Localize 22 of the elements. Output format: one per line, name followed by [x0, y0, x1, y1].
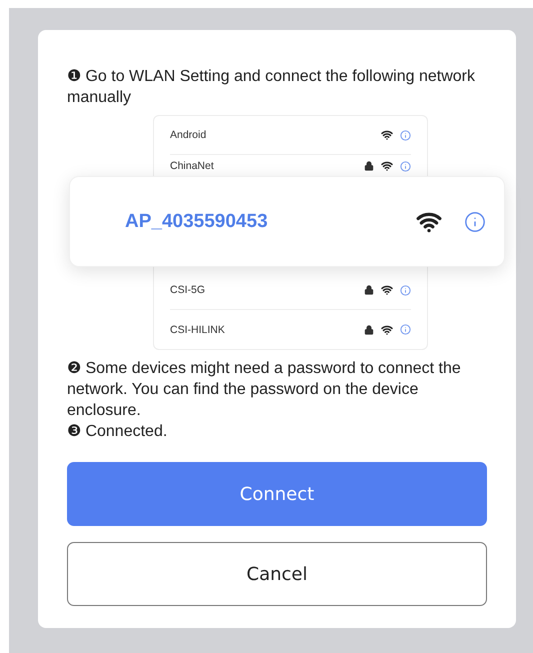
lock-icon	[364, 161, 374, 171]
step-text: ❸ Connected.	[67, 422, 168, 442]
info-icon[interactable]	[464, 210, 486, 232]
step-text: ❷ Some devices might need a password to connect the network. You can find the password on the device enclosure.	[67, 359, 462, 421]
connect-button[interactable]: Connect	[67, 462, 487, 526]
wifi-icon	[381, 160, 393, 172]
step-text: ❶ Go to WLAN Setting and connect the following network manually	[67, 67, 476, 108]
network-name: Android	[170, 129, 208, 141]
info-icon[interactable]	[400, 160, 411, 172]
wifi-icon	[381, 324, 393, 336]
network-name: AP_4035590453	[125, 210, 269, 232]
info-icon[interactable]	[400, 130, 411, 140]
wifi-icon	[381, 129, 393, 141]
network-name: CSI-5G	[170, 284, 206, 296]
info-icon[interactable]	[400, 284, 411, 296]
info-icon[interactable]	[400, 324, 411, 335]
wifi-icon	[381, 284, 393, 296]
cancel-button[interactable]: Cancel	[67, 542, 487, 606]
network-name: ChinaNet	[170, 160, 215, 172]
lock-icon	[364, 285, 374, 295]
lock-icon	[364, 324, 374, 334]
network-name: CSI-HILINK	[170, 324, 226, 336]
